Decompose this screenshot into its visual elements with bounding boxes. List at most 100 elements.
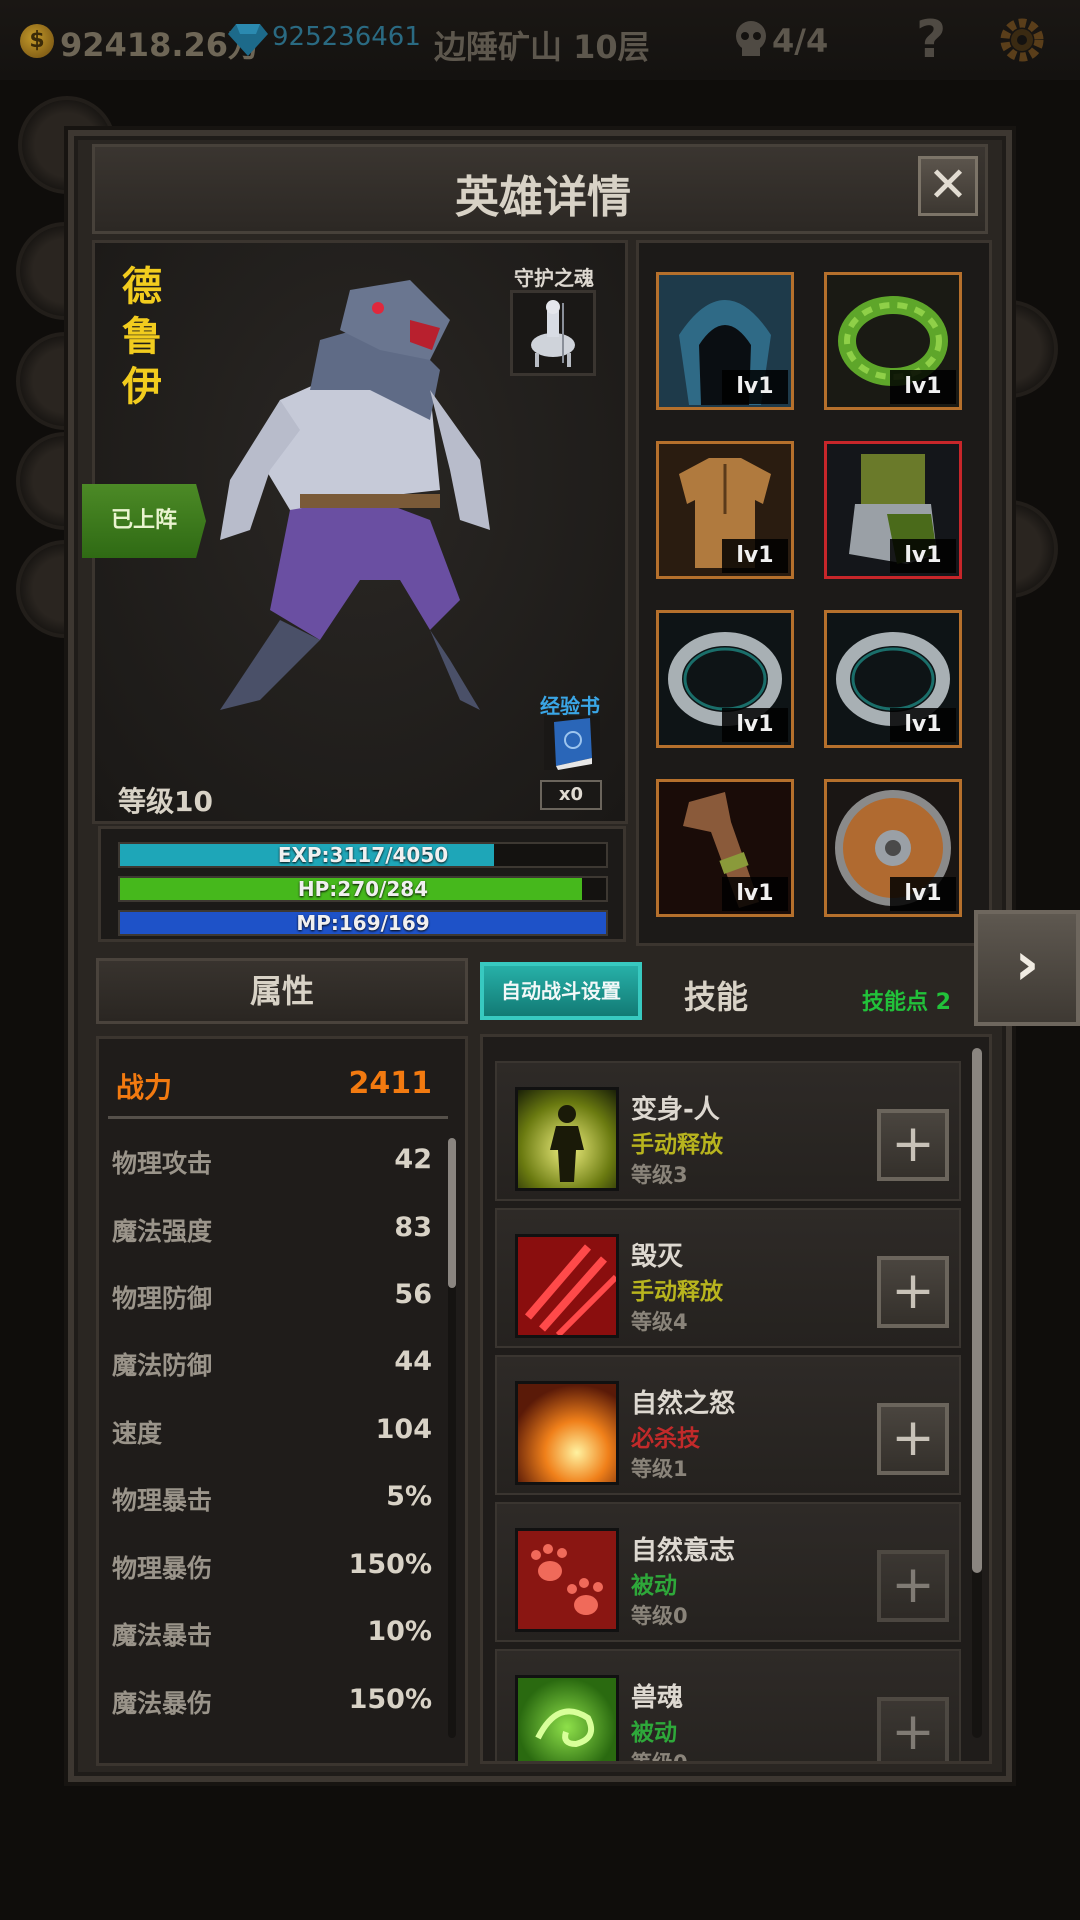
skill-points: 技能点 2 (862, 990, 951, 1015)
dialog-title-bar: 英雄详情 (92, 144, 988, 234)
attribute-row: 速度 104 (112, 1414, 432, 1454)
attribute-label: 速度 (112, 1419, 163, 1448)
attribute-label: 物理攻击 (112, 1149, 213, 1178)
tab-skills[interactable]: 技能 (684, 972, 748, 1018)
equip-level: lv1 (722, 877, 788, 911)
upgrade-skill-button[interactable]: + (877, 1550, 949, 1622)
attribute-label: 魔法防御 (112, 1351, 213, 1380)
upgrade-skill-button[interactable]: + (877, 1256, 949, 1328)
equip-slot-wooden-club[interactable]: lv1 (656, 779, 794, 917)
divider (108, 1116, 448, 1119)
hp-bar: HP:270/284 (118, 876, 608, 902)
skill-name: 自然之怒 (631, 1389, 736, 1419)
combat-power-value: 2411 (348, 1066, 433, 1101)
attributes-scrollbar[interactable] (448, 1138, 456, 1738)
mp-bar-label: MP:169/169 (296, 911, 430, 935)
equip-slot-boot[interactable]: lv1 (824, 441, 962, 579)
attribute-row: 魔法暴击 10% (112, 1616, 432, 1656)
skill-type: 被动 (631, 1573, 677, 1599)
exp-book-count: x0 (540, 780, 602, 810)
equip-level: lv1 (722, 539, 788, 573)
diamond-icon (228, 24, 268, 56)
gear-icon[interactable] (996, 14, 1048, 66)
hp-bar-label: HP:270/284 (297, 877, 429, 901)
hero-name-char: 鲁 (122, 314, 162, 360)
upgrade-skill-button[interactable]: + (877, 1403, 949, 1475)
attribute-label: 魔法暴击 (112, 1621, 213, 1650)
next-hero-button[interactable]: › (974, 910, 1080, 1026)
hero-name-char: 伊 (122, 364, 162, 410)
skill-level: 等级3 (631, 1163, 688, 1187)
skill-row[interactable]: 自然意志 被动 等级0 + (495, 1502, 961, 1642)
equip-slot-ring-1[interactable]: lv1 (656, 610, 794, 748)
upgrade-skill-button[interactable]: + (877, 1697, 949, 1761)
paw-prints-icon (515, 1528, 619, 1632)
skill-level: 等级1 (631, 1457, 688, 1481)
equip-level: lv1 (890, 708, 956, 742)
skill-name: 变身-人 (631, 1095, 720, 1125)
attribute-row: 物理攻击 42 (112, 1144, 432, 1184)
skill-name: 自然意志 (631, 1536, 736, 1566)
attribute-value: 150% (348, 1549, 432, 1580)
auto-battle-settings-button[interactable]: 自动战斗设置 (480, 962, 642, 1020)
skill-type: 手动释放 (631, 1132, 723, 1158)
attribute-row: 魔法强度 83 (112, 1212, 432, 1252)
gold-coin-icon: $ (20, 24, 54, 58)
skill-row[interactable]: 自然之怒 必杀技 等级1 + (495, 1355, 961, 1495)
equip-level: lv1 (722, 708, 788, 742)
skill-row[interactable]: 毁灭 手动释放 等级4 + (495, 1208, 961, 1348)
help-icon[interactable]: ? (916, 10, 946, 70)
skill-level: 等级4 (631, 1310, 688, 1334)
attribute-row: 物理暴伤 150% (112, 1549, 432, 1589)
mp-bar: MP:169/169 (118, 910, 608, 936)
hero-level: 等级10 (118, 785, 213, 818)
attribute-value: 104 (375, 1414, 432, 1445)
attribute-row: 魔法防御 44 (112, 1346, 432, 1386)
deployed-badge: 已上阵 (82, 484, 206, 558)
skill-type: 手动释放 (631, 1279, 723, 1305)
attribute-label: 物理暴击 (112, 1486, 213, 1515)
dialog-title: 英雄详情 (455, 172, 631, 223)
attributes-header: 属性 (96, 958, 468, 1024)
attribute-label: 物理暴伤 (112, 1554, 213, 1583)
claw-slash-icon (515, 1234, 619, 1338)
kill-count: 4/4 (772, 22, 829, 60)
combat-power-row: 战力 2411 (116, 1066, 432, 1106)
skill-type: 必杀技 (631, 1426, 700, 1452)
skills-panel: 变身-人 手动释放 等级3 + 毁灭 手动释放 等级4 + 自然之怒 必杀技 等… (480, 1034, 992, 1764)
skill-name: 毁灭 (631, 1242, 684, 1272)
equip-slot-ring-2[interactable]: lv1 (824, 610, 962, 748)
equip-slot-laurel-wreath[interactable]: lv1 (824, 272, 962, 410)
human-silhouette-icon (515, 1087, 619, 1191)
attribute-label: 魔法强度 (112, 1217, 213, 1246)
close-button[interactable]: ✕ (918, 156, 978, 216)
hero-name-char: 德 (122, 264, 162, 310)
equip-slot-round-shield[interactable]: lv1 (824, 779, 962, 917)
equip-level: lv1 (890, 370, 956, 404)
combat-power-label: 战力 (116, 1071, 173, 1104)
attribute-label: 物理防御 (112, 1284, 213, 1313)
scrollbar-thumb[interactable] (448, 1138, 456, 1288)
skill-row[interactable]: 兽魂 被动 等级0 + (495, 1649, 961, 1761)
upgrade-skill-button[interactable]: + (877, 1109, 949, 1181)
attribute-value: 5% (386, 1481, 432, 1512)
exp-book-icon[interactable] (538, 712, 606, 774)
skill-row[interactable]: 变身-人 手动释放 等级3 + (495, 1061, 961, 1201)
attribute-value: 42 (394, 1144, 432, 1175)
fire-burst-icon (515, 1381, 619, 1485)
scrollbar-thumb[interactable] (972, 1048, 982, 1573)
equip-slot-leather-shirt[interactable]: lv1 (656, 441, 794, 579)
skill-name: 兽魂 (631, 1683, 684, 1713)
equip-level: lv1 (890, 539, 956, 573)
attribute-value: 10% (367, 1616, 432, 1647)
exp-bar: EXP:3117/4050 (118, 842, 608, 868)
skills-scrollbar[interactable] (972, 1048, 982, 1738)
hero-name: 德 鲁 伊 (120, 262, 164, 412)
spirit-swirl-icon (515, 1675, 619, 1761)
exp-bar-label: EXP:3117/4050 (277, 843, 449, 867)
attribute-value: 83 (394, 1212, 432, 1243)
attribute-value: 56 (394, 1279, 432, 1310)
top-status-bar: $ 92418.26万 925236461 边陲矿山 10层 4/4 ? (0, 0, 1080, 80)
equip-slot-hood[interactable]: lv1 (656, 272, 794, 410)
gem-amount: 925236461 (272, 22, 421, 52)
